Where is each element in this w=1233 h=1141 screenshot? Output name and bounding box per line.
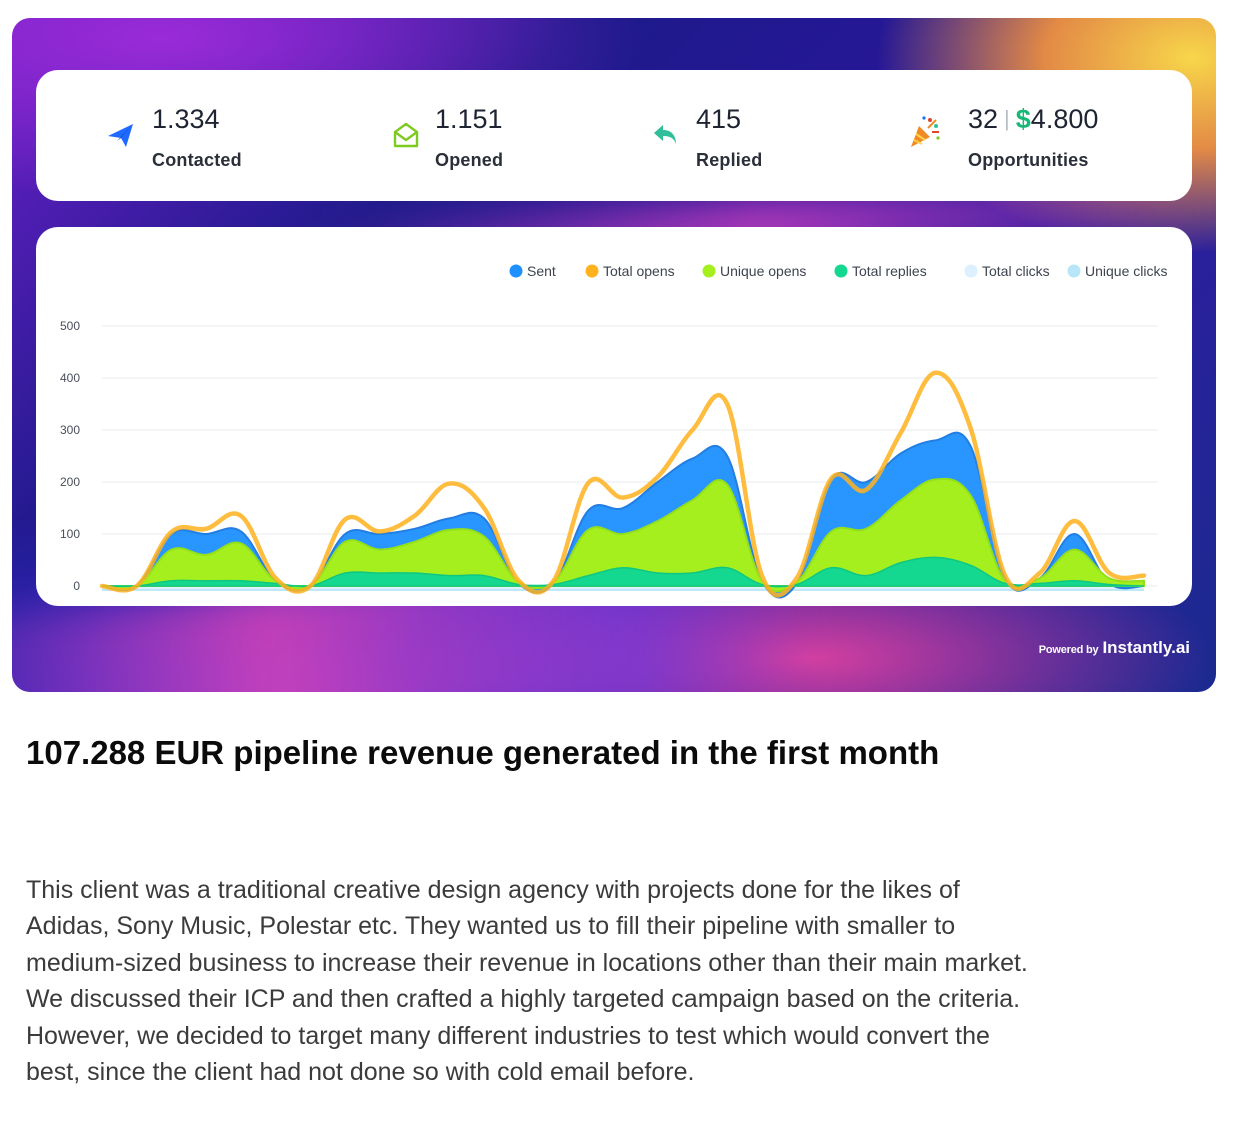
y-tick-label: 300	[60, 423, 80, 437]
legend-item: Total clicks	[964, 263, 1050, 279]
legend-swatch	[834, 264, 848, 278]
legend-swatch	[1067, 264, 1081, 278]
paper-plane-icon	[106, 120, 136, 150]
y-tick-label: 400	[60, 371, 80, 385]
stat-value: 415	[696, 104, 742, 134]
legend-item: Total opens	[585, 263, 675, 279]
stat-label: Contacted	[152, 150, 242, 170]
page-headline: 107.288 EUR pipeline revenue generated i…	[26, 734, 940, 771]
brand-logo: Instantly.ai	[1102, 638, 1190, 657]
legend-swatch	[585, 264, 599, 278]
legend-label: Sent	[527, 263, 556, 279]
reply-arrow-icon	[651, 120, 681, 150]
series-area-unique-clicks	[102, 589, 1144, 591]
legend-item: Unique clicks	[1067, 263, 1167, 279]
open-envelope-icon	[391, 120, 421, 150]
stat-value: 32 | $4.800	[968, 104, 1098, 135]
chart-card: 010020030040050006 Nov08 Nov10 Nov12 Nov…	[36, 227, 1192, 606]
legend-label: Total replies	[852, 263, 927, 279]
stat-divider: |	[1004, 106, 1010, 131]
legend-swatch	[964, 264, 978, 278]
stat-label: Opportunities	[968, 150, 1089, 170]
party-popper-icon	[908, 114, 940, 147]
legend-label: Total clicks	[982, 263, 1050, 279]
legend-item: Unique opens	[702, 263, 806, 279]
powered-by-text: Powered by	[1038, 644, 1099, 656]
stat-money-symbol: $	[1015, 104, 1031, 134]
stat-value: 1.151	[435, 104, 503, 134]
y-tick-label: 200	[60, 475, 80, 489]
y-tick-label: 500	[60, 319, 80, 333]
y-tick-label: 0	[73, 579, 80, 593]
stat-label: Opened	[435, 150, 504, 170]
stats-card: 1.334 Contacted 1.151 Opened 415 Replied	[36, 70, 1192, 201]
legend-label: Unique opens	[720, 263, 806, 279]
stat-label: Replied	[696, 150, 763, 170]
powered-by: Powered by Instantly.ai	[1039, 638, 1190, 658]
stat-money-value: 4.800	[1030, 104, 1099, 134]
stat-value: 1.334	[152, 104, 220, 134]
legend-item: Sent	[509, 263, 556, 279]
article-body: This client was a traditional creative d…	[26, 876, 1028, 1087]
legend-label: Unique clicks	[1085, 263, 1167, 279]
area-chart: 010020030040050006 Nov08 Nov10 Nov12 Nov…	[60, 263, 1167, 599]
legend-swatch	[702, 264, 716, 278]
stat-opportunities-count: 32	[968, 104, 999, 134]
results-banner: 1.334 Contacted 1.151 Opened 415 Replied	[12, 18, 1216, 692]
legend-swatch	[509, 264, 523, 278]
legend-label: Total opens	[603, 263, 675, 279]
legend-item: Total replies	[834, 263, 927, 279]
y-tick-label: 100	[60, 527, 80, 541]
